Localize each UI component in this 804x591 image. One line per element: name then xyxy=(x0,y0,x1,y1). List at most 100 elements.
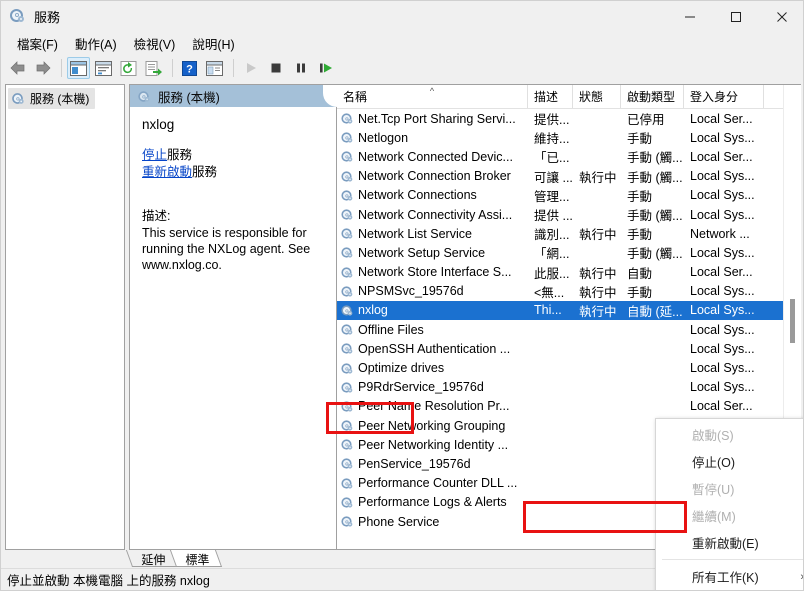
title-bar: 服務 xyxy=(1,1,803,32)
gear-icon xyxy=(341,497,353,508)
table-row[interactable]: Net.Tcp Port Sharing Servi... 提供... 已停用 Loc… xyxy=(337,109,801,128)
gear-icon xyxy=(341,420,353,431)
column-header-logon-as-label: 登入身分 xyxy=(690,90,739,104)
table-row[interactable]: Optimize drives Local Sys... xyxy=(337,358,801,377)
service-name-label: OpenSSH Authentication ... xyxy=(358,341,511,356)
stop-service-icon[interactable] xyxy=(264,57,287,79)
maximize-button[interactable] xyxy=(713,1,759,32)
service-name-label: Network Connected Devic... xyxy=(358,149,513,164)
cell-description: 「網... xyxy=(534,247,570,262)
ctx-pause: 暫停(U) xyxy=(656,475,803,502)
table-row[interactable]: Netlogon 維持... 手動 Local Sys... xyxy=(337,128,801,147)
menu-file[interactable]: 檔案(F) xyxy=(9,32,67,55)
scrollbar-thumb[interactable] xyxy=(790,299,795,343)
service-name-label: NPSMSvc_19576d xyxy=(358,284,464,299)
tree-node-services-local[interactable]: 服務 (本機) xyxy=(8,88,96,109)
properties-icon[interactable] xyxy=(92,57,115,79)
cell-logon: Local Sys... xyxy=(690,188,755,203)
cell-description: 可讓 ... xyxy=(534,170,573,185)
menu-separator xyxy=(662,559,803,560)
menu-help[interactable]: 說明(H) xyxy=(184,32,243,55)
stop-service-link[interactable]: 停止 xyxy=(142,148,167,162)
console-tree-pane: 服務 (本機) xyxy=(5,84,125,550)
cell-description: 提供... xyxy=(534,113,570,128)
table-row[interactable]: P9RdrService_19576d Local Sys... xyxy=(337,378,801,397)
cell-logon: Local Sys... xyxy=(690,380,755,395)
cell-status: 執行中 xyxy=(579,304,617,319)
service-detail-panel: 服務 (本機) nxlog 停止服務 重新啟動服務 描述: This servi… xyxy=(130,85,337,549)
cell-logon: Local Sys... xyxy=(690,245,755,260)
table-row[interactable]: Network Store Interface S... 此服... 執行中 自動 Lo… xyxy=(337,263,801,282)
gear-icon xyxy=(341,324,353,335)
detail-panel-body: nxlog 停止服務 重新啟動服務 描述: This service is re… xyxy=(130,107,336,273)
selected-service-name: nxlog xyxy=(142,117,175,132)
gear-icon xyxy=(138,90,150,102)
cell-logon: Local Sys... xyxy=(690,361,755,376)
stop-service-suffix: 服務 xyxy=(167,148,193,162)
column-header-startup-type-label: 啟動類型 xyxy=(627,90,676,104)
table-row[interactable]: nxlog Thi... 執行中 自動 (延... Local Sys... xyxy=(337,300,801,321)
table-row[interactable]: Network List Service 識別... 執行中 手動 Network ..… xyxy=(337,224,801,243)
table-row[interactable]: NPSMSvc_19576d <無... 執行中 手動 Local Sys... xyxy=(337,282,801,301)
cell-startup: 手動 (觸... xyxy=(627,209,683,224)
tab-extended-label: 延伸 xyxy=(141,553,166,567)
column-header-name[interactable]: 名稱 ^ xyxy=(337,85,528,108)
gear-icon xyxy=(341,458,353,470)
column-header-description[interactable]: 描述 xyxy=(528,85,573,108)
cell-name: PenService_19576d xyxy=(337,457,528,471)
pause-service-icon[interactable] xyxy=(289,57,312,79)
ctx-stop-label: 停止(O) xyxy=(692,456,736,470)
gear-icon xyxy=(341,478,353,489)
close-button[interactable] xyxy=(759,1,803,32)
menu-action[interactable]: 動作(A) xyxy=(67,32,126,55)
show-hide-tree-icon[interactable] xyxy=(67,57,90,79)
column-header-name-label: 名稱 xyxy=(343,90,368,104)
tab-standard[interactable]: 標準 xyxy=(169,550,223,567)
ctx-resume: 繼續(M) xyxy=(656,502,803,529)
service-name-label: Performance Logs & Alerts xyxy=(358,495,507,510)
ctx-resume-label: 繼續(M) xyxy=(692,510,736,524)
column-header-logon-as[interactable]: 登入身分 xyxy=(684,85,764,108)
show-console-tree-icon[interactable] xyxy=(203,57,226,79)
table-row[interactable]: Network Connection Broker 可讓 ... 執行中 手動 (觸.… xyxy=(337,167,801,186)
ctx-all-tasks-label: 所有工作(K) xyxy=(692,571,759,585)
cell-name: Performance Logs & Alerts xyxy=(337,495,528,509)
cell-logon: Local Sys... xyxy=(690,341,755,356)
cell-description: 識別... xyxy=(534,228,570,243)
gear-icon xyxy=(341,439,353,450)
content-area: 服務 (本機) 服務 (本機) nxlog 停止服務 重新啟動服務 描述: Th… xyxy=(1,82,803,590)
menu-view[interactable]: 檢視(V) xyxy=(126,32,185,55)
cell-name: Netlogon xyxy=(337,131,528,145)
gear-icon xyxy=(12,93,24,104)
cell-startup: 自動 (延... xyxy=(627,304,683,319)
restart-service-link[interactable]: 重新啟動 xyxy=(142,165,192,179)
ctx-start-label: 啟動(S) xyxy=(692,429,734,443)
column-header-status[interactable]: 狀態 xyxy=(573,85,621,108)
cell-description: Thi... xyxy=(534,303,562,318)
toolbar-separator-3 xyxy=(233,59,234,77)
cell-startup: 手動 xyxy=(627,189,653,204)
gear-icon xyxy=(341,171,353,182)
service-name-label: Offline Files xyxy=(358,322,424,337)
table-row[interactable]: Network Connectivity Assi... 提供 ... 手動 (觸.… xyxy=(337,205,801,224)
export-list-icon[interactable] xyxy=(142,57,165,79)
cell-logon: Local Sys... xyxy=(690,284,755,299)
forward-icon[interactable] xyxy=(31,57,54,79)
refresh-icon[interactable] xyxy=(117,57,140,79)
table-row[interactable]: Network Connected Devic... 「已... 手動 (觸... L… xyxy=(337,147,801,166)
table-row[interactable]: Network Connections 管理... 手動 Local Sys... xyxy=(337,186,801,205)
help-icon[interactable]: ? xyxy=(178,57,201,79)
gear-icon xyxy=(341,305,353,316)
table-row[interactable]: Peer Name Resolution Pr... Local Ser... xyxy=(337,397,801,416)
ctx-stop[interactable]: 停止(O) xyxy=(656,448,803,475)
minimize-button[interactable] xyxy=(667,1,713,32)
column-header-startup-type[interactable]: 啟動類型 xyxy=(621,85,684,108)
table-row[interactable]: Offline Files Local Sys... xyxy=(337,320,801,339)
ctx-all-tasks[interactable]: 所有工作(K) › xyxy=(656,563,803,590)
restart-service-icon[interactable] xyxy=(314,57,337,79)
detail-panel-header: 服務 (本機) xyxy=(130,85,337,107)
table-row[interactable]: Network Setup Service 「網... 手動 (觸... Local … xyxy=(337,243,801,262)
back-icon[interactable] xyxy=(6,57,29,79)
table-row[interactable]: OpenSSH Authentication ... Local Sys... xyxy=(337,339,801,358)
ctx-restart[interactable]: 重新啟動(E) xyxy=(656,529,803,556)
